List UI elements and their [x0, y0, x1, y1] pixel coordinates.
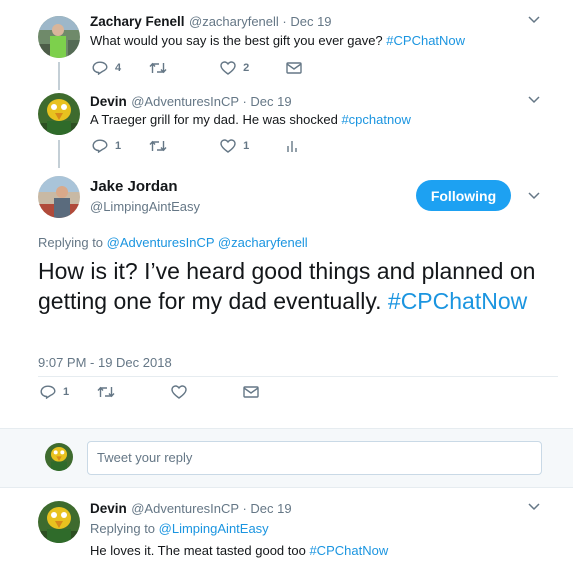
following-button[interactable]: Following [416, 180, 511, 211]
mention-link[interactable]: @zacharyfenell [218, 235, 308, 250]
like-icon [171, 385, 187, 399]
analytics-button[interactable] [286, 139, 298, 153]
chevron-down-icon[interactable] [528, 192, 540, 200]
replying-to-label: Replying to [38, 235, 107, 250]
reply-button[interactable]: 1 [40, 385, 69, 399]
analytics-icon [287, 141, 297, 152]
message-icon [286, 62, 302, 74]
retweet-button[interactable] [149, 139, 167, 153]
retweet-button[interactable] [149, 61, 167, 75]
tweet-text: He loves it. The meat tasted good too [90, 543, 310, 558]
reply-count: 1 [115, 140, 122, 152]
avatar[interactable] [38, 176, 80, 218]
message-icon [243, 386, 259, 398]
mention-link[interactable]: @AdventuresInCP [107, 235, 215, 250]
tweet-text: What would you say is the best gift you … [90, 33, 387, 48]
author-handle[interactable]: @AdventuresInCP · Dec 19 [131, 94, 291, 109]
thread-tweet[interactable]: Zachary Fenell @zacharyfenell · Dec 19 W… [0, 0, 573, 90]
author-name[interactable]: Devin [90, 94, 127, 109]
direct-message-button[interactable] [286, 62, 302, 74]
reply-button[interactable]: 4 [92, 61, 121, 75]
reply-input[interactable]: Tweet your reply [87, 441, 542, 475]
reply-button[interactable]: 1 [92, 139, 121, 153]
like-count: 1 [243, 140, 250, 152]
thread-tweet[interactable]: Devin @AdventuresInCP · Dec 19 A Traeger… [0, 90, 573, 168]
current-user-avatar [45, 443, 73, 471]
mention-link[interactable]: @LimpingAintEasy [159, 521, 269, 536]
author-name[interactable]: Zachary Fenell [90, 14, 185, 29]
hashtag-link[interactable]: #cpchatnow [341, 112, 410, 127]
like-icon [220, 61, 236, 75]
retweet-icon [149, 140, 167, 152]
author-handle[interactable]: @zacharyfenell · Dec 19 [189, 14, 332, 29]
like-button[interactable]: 1 [220, 139, 249, 153]
retweet-icon [149, 62, 167, 74]
retweet-icon [97, 386, 115, 398]
avatar[interactable] [38, 501, 80, 543]
like-button[interactable] [171, 385, 187, 399]
author-handle[interactable]: @AdventuresInCP · Dec 19 [131, 501, 291, 516]
reply-tweet[interactable]: Devin @AdventuresInCP · Dec 19 Replying … [0, 489, 573, 566]
author-name[interactable]: Jake Jordan [90, 178, 178, 195]
hashtag-link[interactable]: #CPChatNow [309, 543, 388, 558]
hashtag-link[interactable]: #CPChatNow [386, 33, 465, 48]
replying-to-label: Replying to [90, 521, 159, 536]
tweet-text-block: How is it? I’ve heard good things and pl… [38, 256, 558, 316]
reply-icon [40, 385, 56, 399]
retweet-button[interactable] [97, 385, 115, 399]
chevron-down-icon[interactable] [528, 503, 540, 511]
reply-count: 1 [63, 386, 70, 398]
tweet-text: A Traeger grill for my dad. He was shock… [90, 112, 342, 127]
divider [38, 376, 558, 377]
chevron-down-icon[interactable] [528, 96, 540, 104]
reply-count: 4 [115, 62, 122, 74]
like-icon [220, 139, 236, 153]
reply-icon [92, 61, 108, 75]
avatar[interactable] [38, 16, 80, 58]
tweet-timestamp[interactable]: 9:07 PM - 19 Dec 2018 [38, 355, 172, 370]
reply-icon [92, 139, 108, 153]
chevron-down-icon[interactable] [528, 16, 540, 24]
like-count: 2 [243, 62, 250, 74]
author-name[interactable]: Devin [90, 501, 127, 516]
like-button[interactable]: 2 [220, 61, 249, 75]
direct-message-button[interactable] [243, 386, 259, 398]
hashtag-link[interactable]: #CPChatNow [388, 288, 527, 314]
author-handle[interactable]: @LimpingAintEasy [90, 199, 200, 214]
avatar[interactable] [38, 93, 80, 135]
